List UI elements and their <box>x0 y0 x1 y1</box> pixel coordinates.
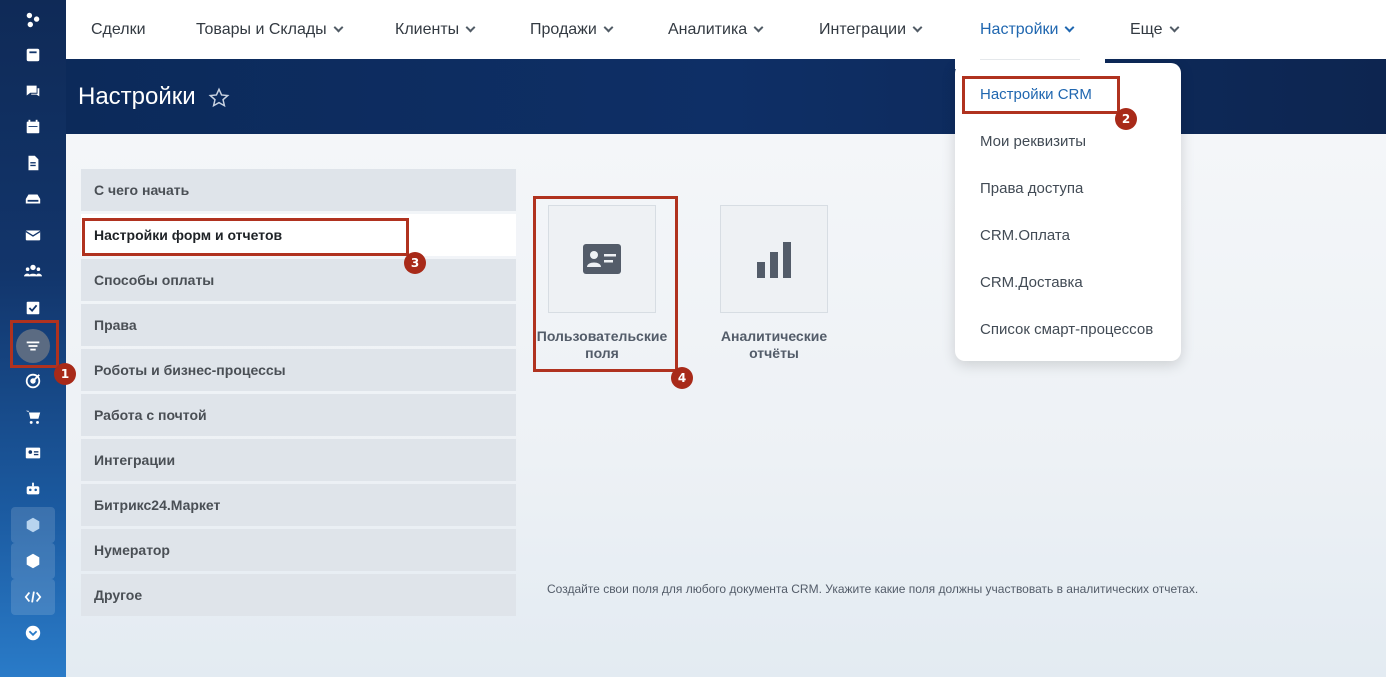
bitrix-logo-icon[interactable] <box>18 5 48 35</box>
nav-label: Сделки <box>91 20 146 38</box>
nav-item-more[interactable]: Еще <box>1130 0 1180 59</box>
menu-label: Роботы и бизнес-процессы <box>94 362 286 378</box>
annotation-box-2 <box>962 76 1120 114</box>
nav-label: Клиенты <box>395 20 460 38</box>
annotation-box-4 <box>533 196 678 372</box>
menu-item-rights[interactable]: Права <box>81 304 516 346</box>
nav-item-products[interactable]: Товары и Склады <box>196 0 344 59</box>
code-icon[interactable] <box>18 582 48 612</box>
annotation-box-3 <box>82 218 409 256</box>
menu-label: Битрикс24.Маркет <box>94 497 221 513</box>
chevron-down-icon <box>753 22 764 33</box>
dropdown-item-crm-payment[interactable]: CRM.Оплата <box>980 227 1070 244</box>
bar-chart-icon <box>757 242 791 278</box>
menu-item-getting-started[interactable]: С чего начать <box>81 169 516 211</box>
menu-label: Другое <box>94 587 143 603</box>
menu-label: Интеграции <box>94 452 176 468</box>
menu-label: Способы оплаты <box>94 272 215 288</box>
nav-item-deals[interactable]: Сделки <box>91 0 146 59</box>
annotation-badge-3: 3 <box>404 252 426 274</box>
dropdown-divider <box>980 59 1080 60</box>
menu-item-integrations[interactable]: Интеграции <box>81 439 516 481</box>
chevron-down-icon <box>465 22 476 33</box>
nav-label: Настройки <box>980 20 1059 38</box>
page-title: Настройки <box>78 83 196 110</box>
dropdown-item-smart-processes[interactable]: Список смарт-процессов <box>980 321 1153 338</box>
menu-item-robots[interactable]: Роботы и бизнес-процессы <box>81 349 516 391</box>
cart-icon[interactable] <box>18 402 48 432</box>
chevron-down-icon[interactable] <box>18 618 48 648</box>
chevron-down-icon <box>912 22 923 33</box>
tasks-icon[interactable] <box>18 293 48 323</box>
tile-label-line: отчёты <box>749 345 799 361</box>
document-icon[interactable] <box>18 148 48 178</box>
chevron-down-icon <box>333 22 344 33</box>
chevron-down-icon <box>1169 22 1180 33</box>
contacts-group-icon[interactable] <box>18 256 48 286</box>
annotation-badge-4: 4 <box>671 367 693 389</box>
annotation-box-1 <box>10 320 59 368</box>
chevron-down-icon <box>603 22 614 33</box>
nav-item-sales[interactable]: Продажи <box>530 0 614 59</box>
menu-label: Права <box>94 317 137 333</box>
annotation-badge-2: 2 <box>1115 108 1137 130</box>
annotation-badge-1: 1 <box>54 363 76 385</box>
nav-item-integrations[interactable]: Интеграции <box>819 0 923 59</box>
nav-label: Аналитика <box>668 20 748 38</box>
nav-item-settings[interactable]: Настройки <box>980 0 1075 59</box>
dropdown-item-crm-delivery[interactable]: CRM.Доставка <box>980 274 1083 291</box>
chevron-down-icon <box>1065 22 1075 33</box>
nav-label: Товары и Склады <box>196 20 327 38</box>
nav-label: Интеграции <box>819 20 907 38</box>
menu-item-mail[interactable]: Работа с почтой <box>81 394 516 436</box>
menu-label: Работа с почтой <box>94 407 207 423</box>
cube-icon[interactable] <box>18 510 48 540</box>
drive-icon[interactable] <box>18 184 48 214</box>
menu-item-other[interactable]: Другое <box>81 574 516 616</box>
menu-item-market[interactable]: Битрикс24.Маркет <box>81 484 516 526</box>
dropdown-item-access-rights[interactable]: Права доступа <box>980 180 1083 197</box>
robot-icon[interactable] <box>18 474 48 504</box>
tile-label-line: Аналитические <box>720 328 828 344</box>
analytic-reports-label[interactable]: Аналитические отчёты <box>704 328 844 362</box>
feed-icon[interactable] <box>18 40 48 70</box>
top-navigation: Сделки Товары и Склады Клиенты Продажи А… <box>66 0 1386 59</box>
chat-icon[interactable] <box>18 76 48 106</box>
dropdown-item-requisites[interactable]: Мои реквизиты <box>980 133 1086 150</box>
menu-label: С чего начать <box>94 182 190 198</box>
id-card-icon[interactable] <box>18 438 48 468</box>
calendar-icon[interactable] <box>18 112 48 142</box>
mail-icon[interactable] <box>18 220 48 250</box>
menu-label: Нумератор <box>94 542 170 558</box>
main-content: С чего начать Настройки форм и отчетов С… <box>66 134 1386 677</box>
page-header: Настройки <box>66 59 1386 134</box>
nav-label: Продажи <box>530 20 597 38</box>
nav-label: Еще <box>1130 20 1163 38</box>
target-icon[interactable] <box>18 366 48 396</box>
analytic-reports-tile[interactable] <box>720 205 828 313</box>
menu-item-payment-methods[interactable]: Способы оплаты <box>81 259 516 301</box>
cube-icon[interactable] <box>18 546 48 576</box>
star-outline-icon[interactable] <box>208 87 230 109</box>
nav-item-analytics[interactable]: Аналитика <box>668 0 764 59</box>
description-text: Создайте свои поля для любого документа … <box>547 582 1199 596</box>
menu-item-numerator[interactable]: Нумератор <box>81 529 516 571</box>
nav-item-clients[interactable]: Клиенты <box>395 0 476 59</box>
